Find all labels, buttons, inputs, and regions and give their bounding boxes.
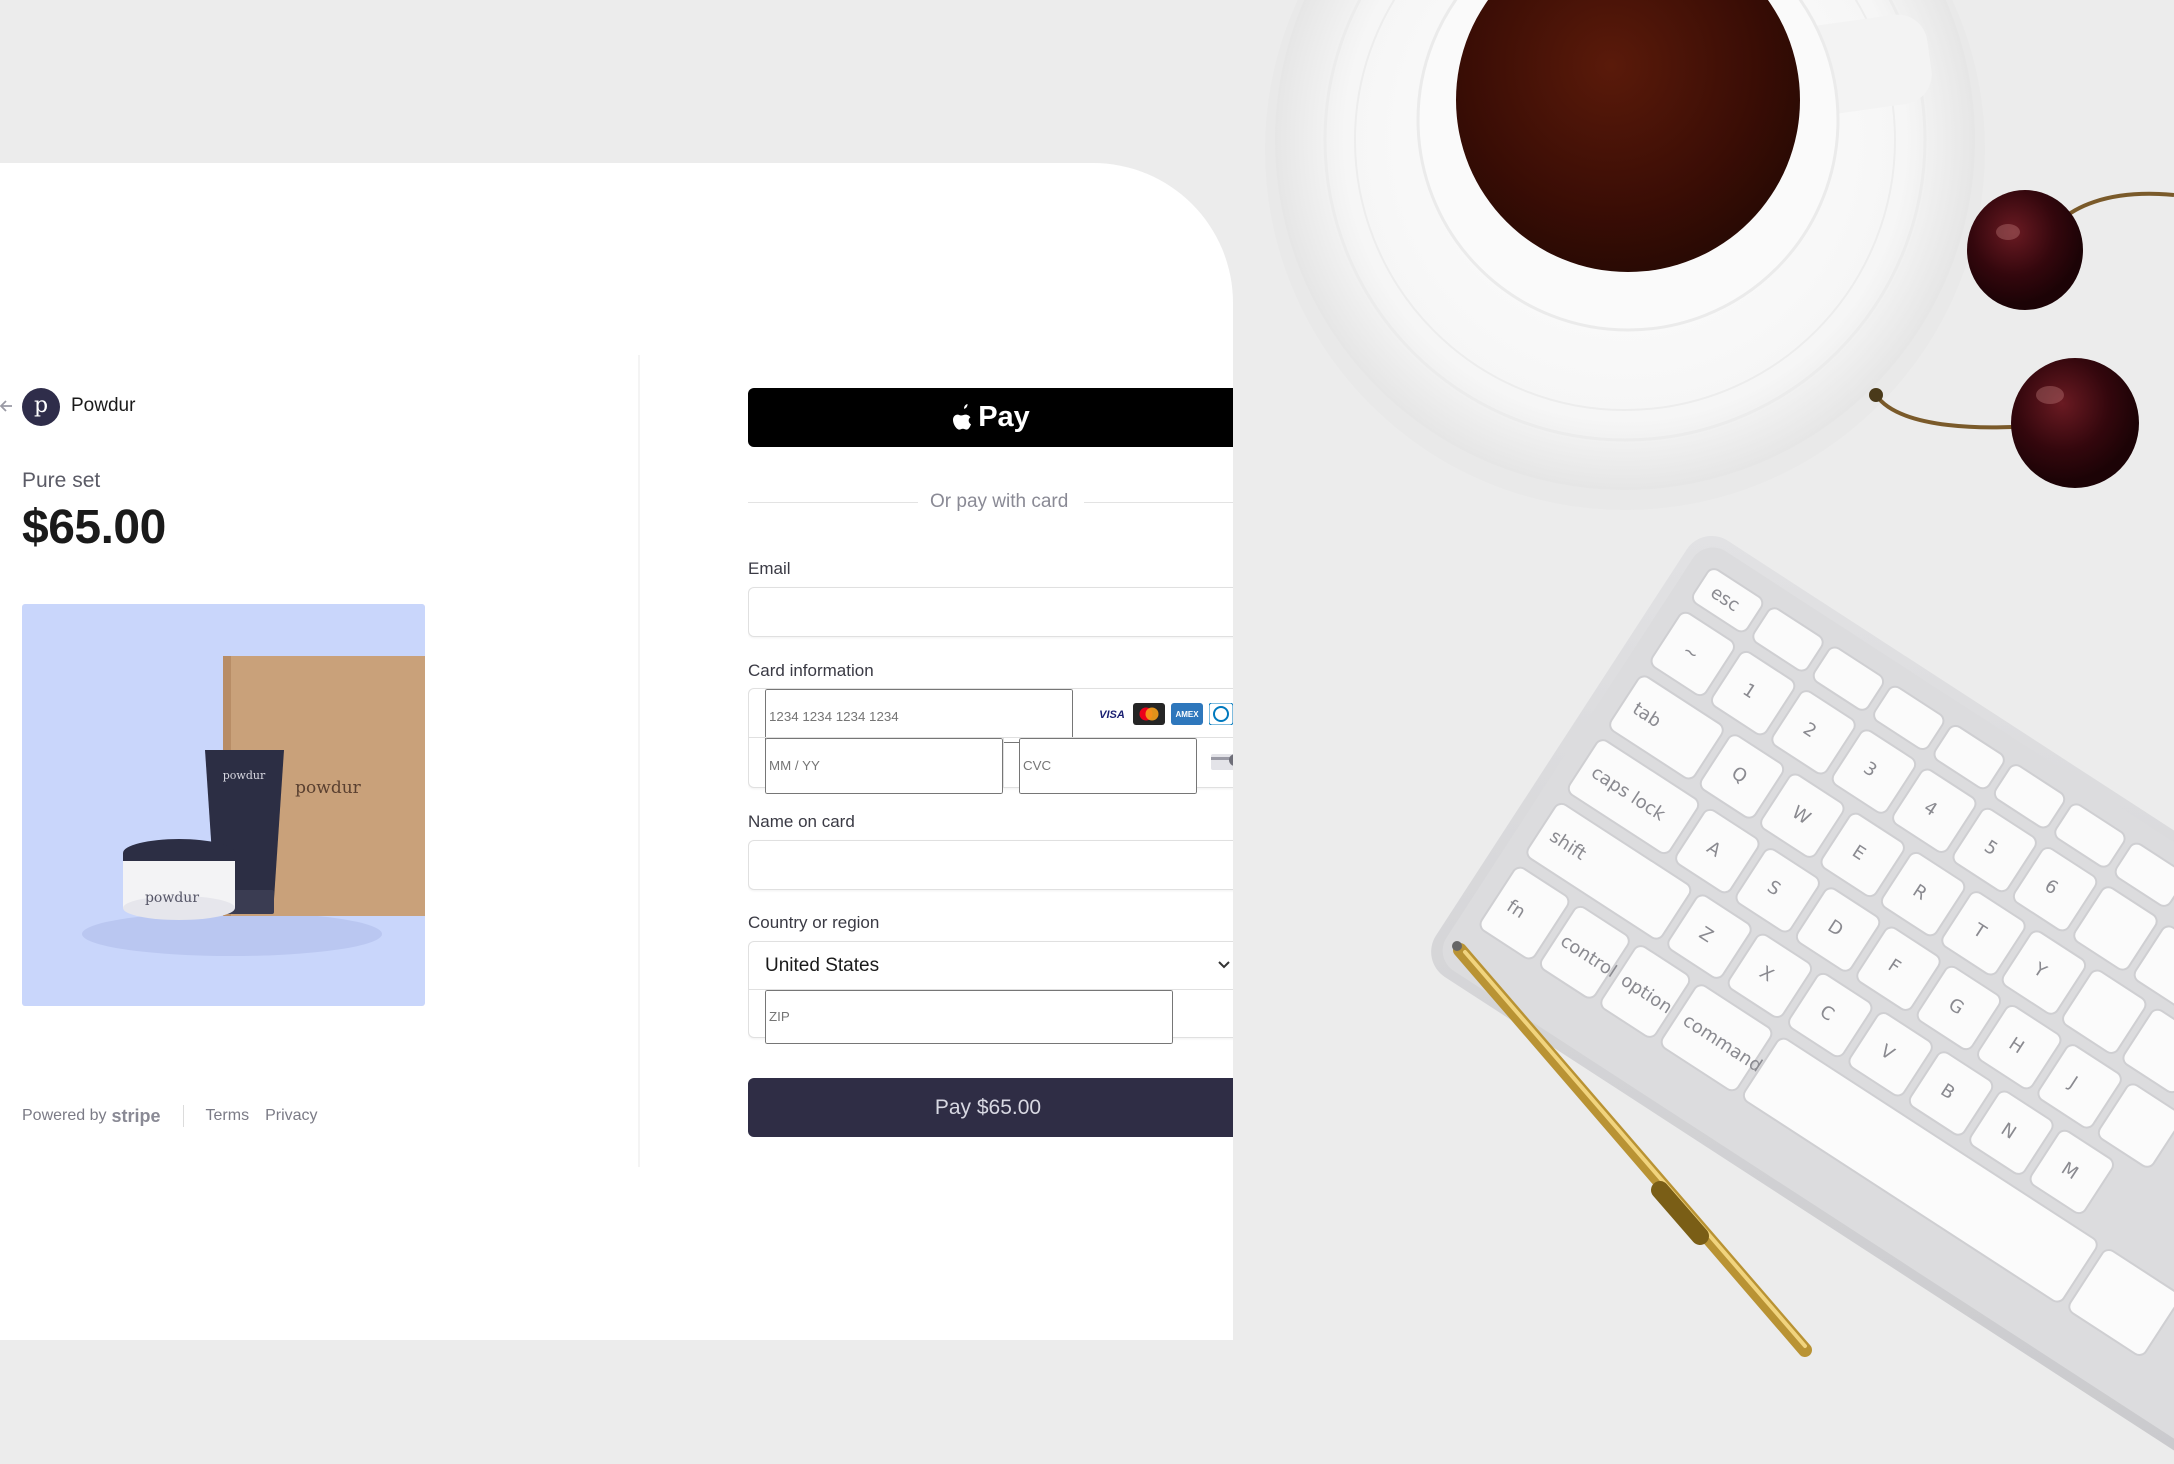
product-price: $65.00 — [22, 501, 166, 554]
card-brand-icons: VISA AMEX — [1097, 703, 1233, 725]
amex-icon: AMEX — [1171, 703, 1203, 725]
terms-link[interactable]: Terms — [206, 1104, 250, 1128]
apple-logo-icon — [953, 403, 972, 430]
or-divider: Or pay with card — [748, 489, 1233, 515]
pay-button[interactable]: Pay $65.00 — [748, 1078, 1233, 1137]
cvc-card-icon — [1211, 754, 1233, 770]
product-image: powdur powdur powdur — [22, 604, 425, 1006]
or-pay-with-card-text: Or pay with card — [930, 491, 1069, 512]
keyboard: esc ~12 3456 tabQW ERTY caps lockAS DFGH… — [1431, 536, 2174, 1464]
merchant-logo[interactable]: p — [22, 388, 60, 426]
powered-by-text: Powered by — [22, 1107, 107, 1124]
card-col-divider — [1003, 738, 1004, 788]
apple-pay-button[interactable]: Pay — [748, 388, 1233, 447]
mastercard-icon — [1133, 703, 1165, 725]
zip-input[interactable] — [765, 990, 1173, 1044]
merchant-name[interactable]: Powdur — [71, 393, 135, 419]
payment-form: Pay Or pay with card Email Card informat… — [748, 355, 1233, 1205]
expiry-input[interactable] — [765, 738, 1003, 794]
email-field-box — [748, 587, 1233, 638]
card-number-input[interactable] — [765, 689, 1073, 743]
apple-pay-label: Pay — [978, 401, 1030, 433]
email-label: Email — [748, 559, 791, 578]
jar-brand-text: powdur — [145, 890, 199, 906]
product-name: Pure set — [22, 469, 101, 492]
footer-separator — [182, 1105, 184, 1127]
name-field-box — [748, 840, 1233, 891]
card-information-label: Card information — [748, 661, 874, 680]
privacy-link[interactable]: Privacy — [265, 1104, 317, 1128]
svg-text:AMEX: AMEX — [1175, 710, 1199, 719]
name-on-card-field[interactable] — [765, 841, 1014, 891]
order-summary: p Powdur Pure set $65.00 powdur powdur p… — [0, 0, 640, 1464]
country-group: United States — [748, 941, 1233, 1044]
cvc-input[interactable] — [1019, 738, 1197, 794]
name-on-card-label: Name on card — [748, 812, 855, 831]
svg-text:VISA: VISA — [1099, 709, 1125, 721]
coffee-cup — [1265, 0, 1985, 510]
country-label: Country or region — [748, 913, 880, 932]
diners-icon — [1209, 703, 1233, 725]
tube-brand-text: powdur — [223, 769, 266, 782]
box-brand-text: powdur — [295, 778, 361, 798]
footer: Powered by stripe Terms Privacy — [22, 1104, 334, 1128]
email-field[interactable] — [765, 588, 1014, 638]
back-arrow-icon[interactable] — [0, 397, 16, 415]
chevron-down-icon[interactable] — [1217, 959, 1231, 971]
card-information-group: VISA AMEX — [748, 688, 1233, 794]
visa-icon: VISA — [1099, 709, 1125, 721]
stripe-logo[interactable]: stripe — [112, 1104, 161, 1128]
country-select[interactable]: United States — [765, 942, 879, 989]
